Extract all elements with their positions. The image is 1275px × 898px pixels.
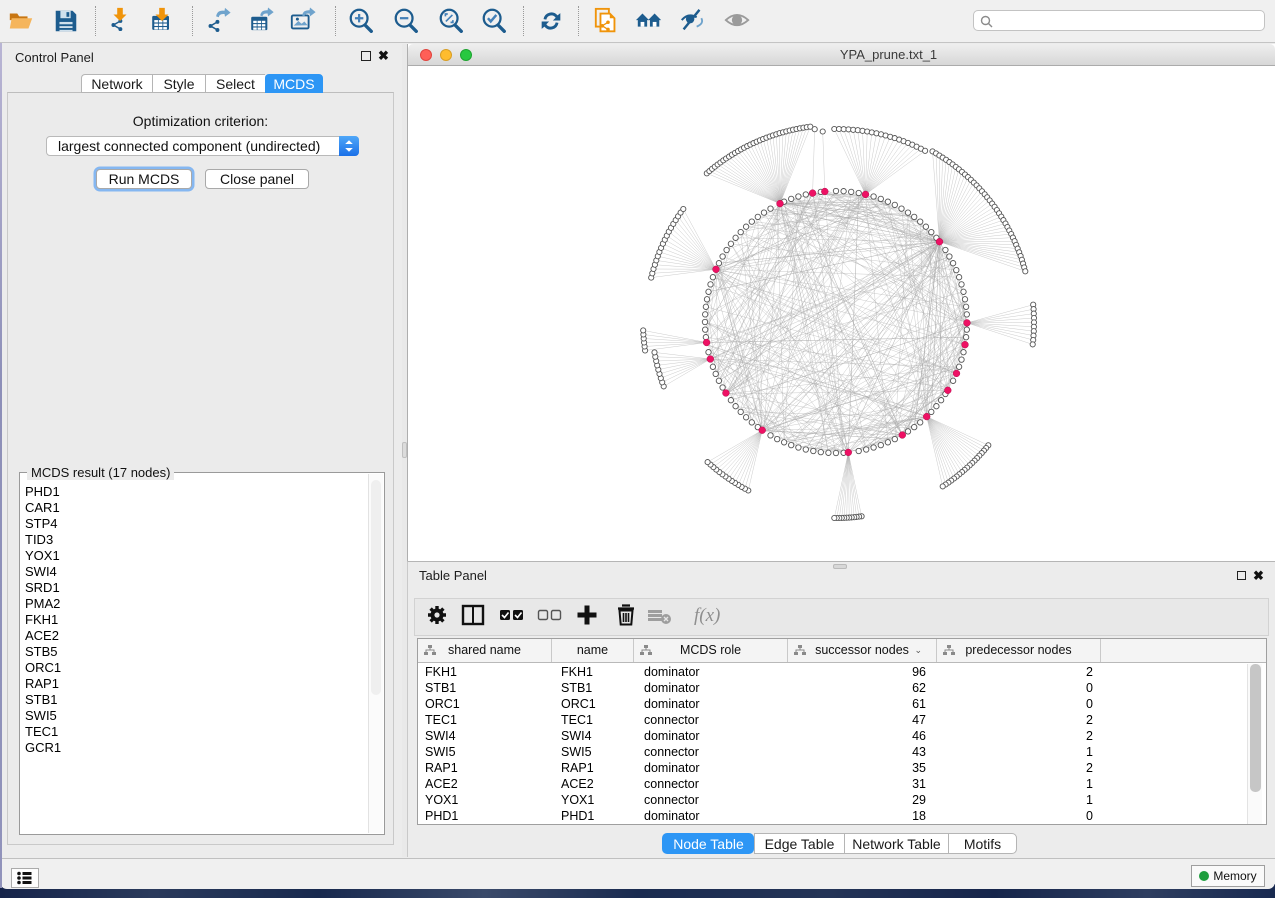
svg-text:f(x): f(x) (694, 605, 720, 626)
